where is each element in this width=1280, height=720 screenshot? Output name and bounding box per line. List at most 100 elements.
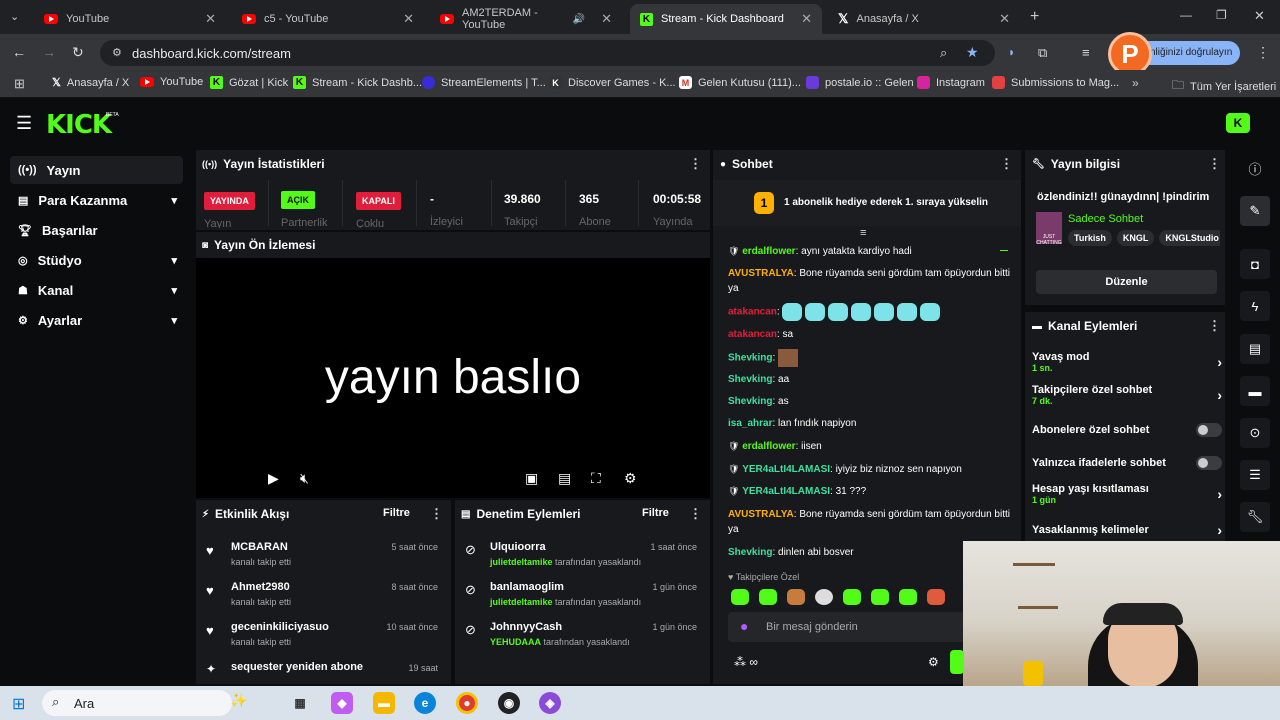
tab-youtube[interactable]: YouTube ✕ (34, 4, 226, 34)
account-age-row[interactable]: Hesap yaşı kısıtlaması 1 gün › (1032, 483, 1222, 505)
moderation-filter-button[interactable]: Filtre (642, 507, 669, 519)
settings-gear-icon[interactable]: ⚙ (624, 470, 637, 487)
activity-user[interactable]: sequester yeniden abone (231, 661, 363, 673)
sidebar-item-studyo[interactable]: ◎ Stüdyo ▾ (10, 246, 183, 274)
chat-username[interactable]: erdalflower (742, 441, 795, 452)
user-avatar-icon[interactable]: K (1226, 113, 1250, 133)
sidebar-item-ayarlar[interactable]: ⚙ Ayarlar ▾ (10, 306, 183, 334)
back-icon[interactable]: ← (12, 44, 26, 60)
more-options-icon[interactable]: ⋮ (1208, 318, 1221, 334)
chat-username[interactable]: Shevking (728, 396, 772, 407)
file-explorer-icon[interactable]: ▬ (373, 692, 395, 714)
reload-icon[interactable]: ↻ (72, 44, 84, 61)
close-icon[interactable]: ✕ (601, 11, 612, 27)
category-thumbnail[interactable]: JUST CHATTING (1036, 212, 1062, 244)
chat-username[interactable]: erdalflower (742, 246, 795, 257)
chat-username[interactable]: isa_ahrar (728, 418, 772, 429)
app-icon[interactable]: ◈ (539, 692, 561, 714)
close-icon[interactable]: ✕ (801, 11, 812, 27)
forward-icon[interactable]: → (42, 44, 56, 60)
bookmark-kick-browse[interactable]: K Gözat | Kick (210, 76, 288, 89)
sidebar-item-para-kazanma[interactable]: ▤ Para Kazanma ▾ (10, 186, 183, 214)
send-button[interactable] (950, 650, 964, 674)
bookmark-instagram[interactable]: Instagram (917, 76, 985, 89)
task-view-icon[interactable]: ▦ (289, 692, 311, 714)
tag[interactable]: Turkish (1068, 230, 1112, 246)
sidebar-item-yayin[interactable]: ((•)) Yayın (10, 156, 183, 184)
bookmark-youtube[interactable]: YouTube (140, 76, 203, 88)
theater-icon[interactable]: ▤ (558, 470, 571, 487)
emote-icon[interactable] (899, 589, 917, 605)
copilot-icon[interactable]: ◆ (331, 692, 353, 714)
chat-username[interactable]: YER4aLtI4LAMASI (742, 486, 830, 497)
info-icon[interactable]: ⓘ (1240, 153, 1270, 183)
close-icon[interactable]: ✕ (205, 11, 216, 27)
play-icon[interactable]: ▶ (268, 470, 279, 487)
bookmark-postale[interactable]: postale.io :: Gelen (806, 76, 914, 89)
sub-chat-toggle[interactable] (1196, 423, 1222, 437)
windows-start-icon[interactable]: ⊞ (12, 694, 25, 714)
chat-settings-icon[interactable]: ⚙ (928, 655, 939, 669)
chat-username[interactable]: atakancan (728, 307, 777, 318)
edge-icon[interactable]: e (414, 692, 436, 714)
banned-words-row[interactable]: Yasaklanmış kelimeler › (1032, 522, 1222, 538)
chat-username[interactable]: AVUSTRALYA (728, 509, 794, 520)
moderator-name[interactable]: YEHUDAAA (490, 637, 541, 647)
reading-list-icon[interactable]: ≡ (1082, 45, 1090, 60)
banned-user[interactable]: JohnnyyCash (490, 621, 562, 633)
wrench-icon[interactable]: 🔧︎ (1240, 502, 1270, 532)
bookmark-streamelements[interactable]: StreamElements | T... (422, 76, 546, 89)
bookmark-submissions[interactable]: Submissions to Mag... (992, 76, 1119, 89)
close-icon[interactable]: ✕ (403, 11, 414, 27)
window-close-button[interactable]: ✕ (1254, 8, 1265, 24)
bookmark-gmail[interactable]: M Gelen Kutusu (111)... (679, 76, 801, 89)
pip-icon[interactable]: ▣ (525, 470, 538, 487)
emote-icon[interactable] (731, 589, 749, 605)
slow-mode-row[interactable]: Yavaş mod 1 sn. › (1032, 351, 1222, 373)
maximize-button[interactable]: ❐ (1216, 8, 1227, 22)
bookmark-discover-games[interactable]: K Discover Games - K... (549, 76, 676, 89)
tab-c5[interactable]: c5 - YouTube ✕ (232, 4, 424, 34)
all-bookmarks-folder[interactable]: 🗀 Tüm Yer İşaretleri (1172, 76, 1276, 97)
emote-icon[interactable] (787, 589, 805, 605)
tab-list-icon[interactable]: ⌄ (10, 10, 19, 23)
layout-icon[interactable]: ☰ (1240, 460, 1270, 490)
tag[interactable]: KNGLStudio (1159, 230, 1220, 246)
chrome-icon[interactable]: ● (456, 692, 478, 714)
extension-icon[interactable]: ◗ (1008, 45, 1015, 59)
site-info-icon[interactable]: ⚙ (112, 46, 122, 59)
activity-user[interactable]: geceninkiliciyasuo (231, 621, 329, 633)
minimize-button[interactable]: — (1180, 8, 1192, 22)
more-options-icon[interactable]: ⋮ (430, 506, 443, 522)
chat-username[interactable]: AVUSTRALYA (728, 268, 794, 279)
more-options-icon[interactable]: ⋮ (689, 156, 702, 172)
document-icon[interactable]: ▤ (1240, 334, 1270, 364)
emote-only-toggle[interactable] (1196, 456, 1222, 470)
more-options-icon[interactable]: ⋮ (1208, 156, 1221, 172)
chat-username[interactable]: Shevking (728, 374, 772, 385)
microphone-icon[interactable]: ● (740, 618, 748, 634)
activity-filter-button[interactable]: Filtre (383, 507, 410, 519)
sidebar-item-basarilar[interactable]: 🏆︎ Başarılar (10, 216, 183, 244)
hamburger-menu-icon[interactable]: ☰ (16, 113, 32, 134)
pinned-toggle-icon[interactable]: ≡ (860, 227, 866, 239)
moderator-name[interactable]: julietdeltamike (490, 557, 553, 567)
tag[interactable]: KNGL (1116, 230, 1155, 246)
zoom-icon[interactable]: ⌕ (940, 45, 947, 61)
moderator-name[interactable]: julietdeltamike (490, 597, 553, 607)
bookmark-kick-stream[interactable]: K Stream - Kick Dashb... (293, 76, 422, 89)
follower-chat-row[interactable]: Takipçilere özel sohbet 7 dk. › (1032, 384, 1222, 406)
tab-am2terdam[interactable]: AM2TERDAM - YouTube 🔊 ✕ (430, 4, 622, 34)
banned-user[interactable]: banlamaoglim (490, 581, 564, 593)
bookmark-star-icon[interactable]: ★ (966, 44, 979, 61)
chat-username[interactable]: atakancan (728, 329, 777, 340)
close-icon[interactable]: ✕ (999, 11, 1010, 27)
url-input[interactable]: dashboard.kick.com/stream (100, 40, 995, 66)
obs-icon[interactable]: ◉ (498, 692, 520, 714)
lightning-icon[interactable]: ϟ (1240, 291, 1270, 321)
mute-icon[interactable]: 🔇︎ (300, 470, 309, 487)
emote-icon[interactable] (815, 589, 833, 605)
chat-extras-icon[interactable]: ⁂ ∞ (734, 655, 758, 669)
pencil-icon[interactable]: ✎ (1240, 196, 1270, 226)
emote-icon[interactable] (759, 589, 777, 605)
